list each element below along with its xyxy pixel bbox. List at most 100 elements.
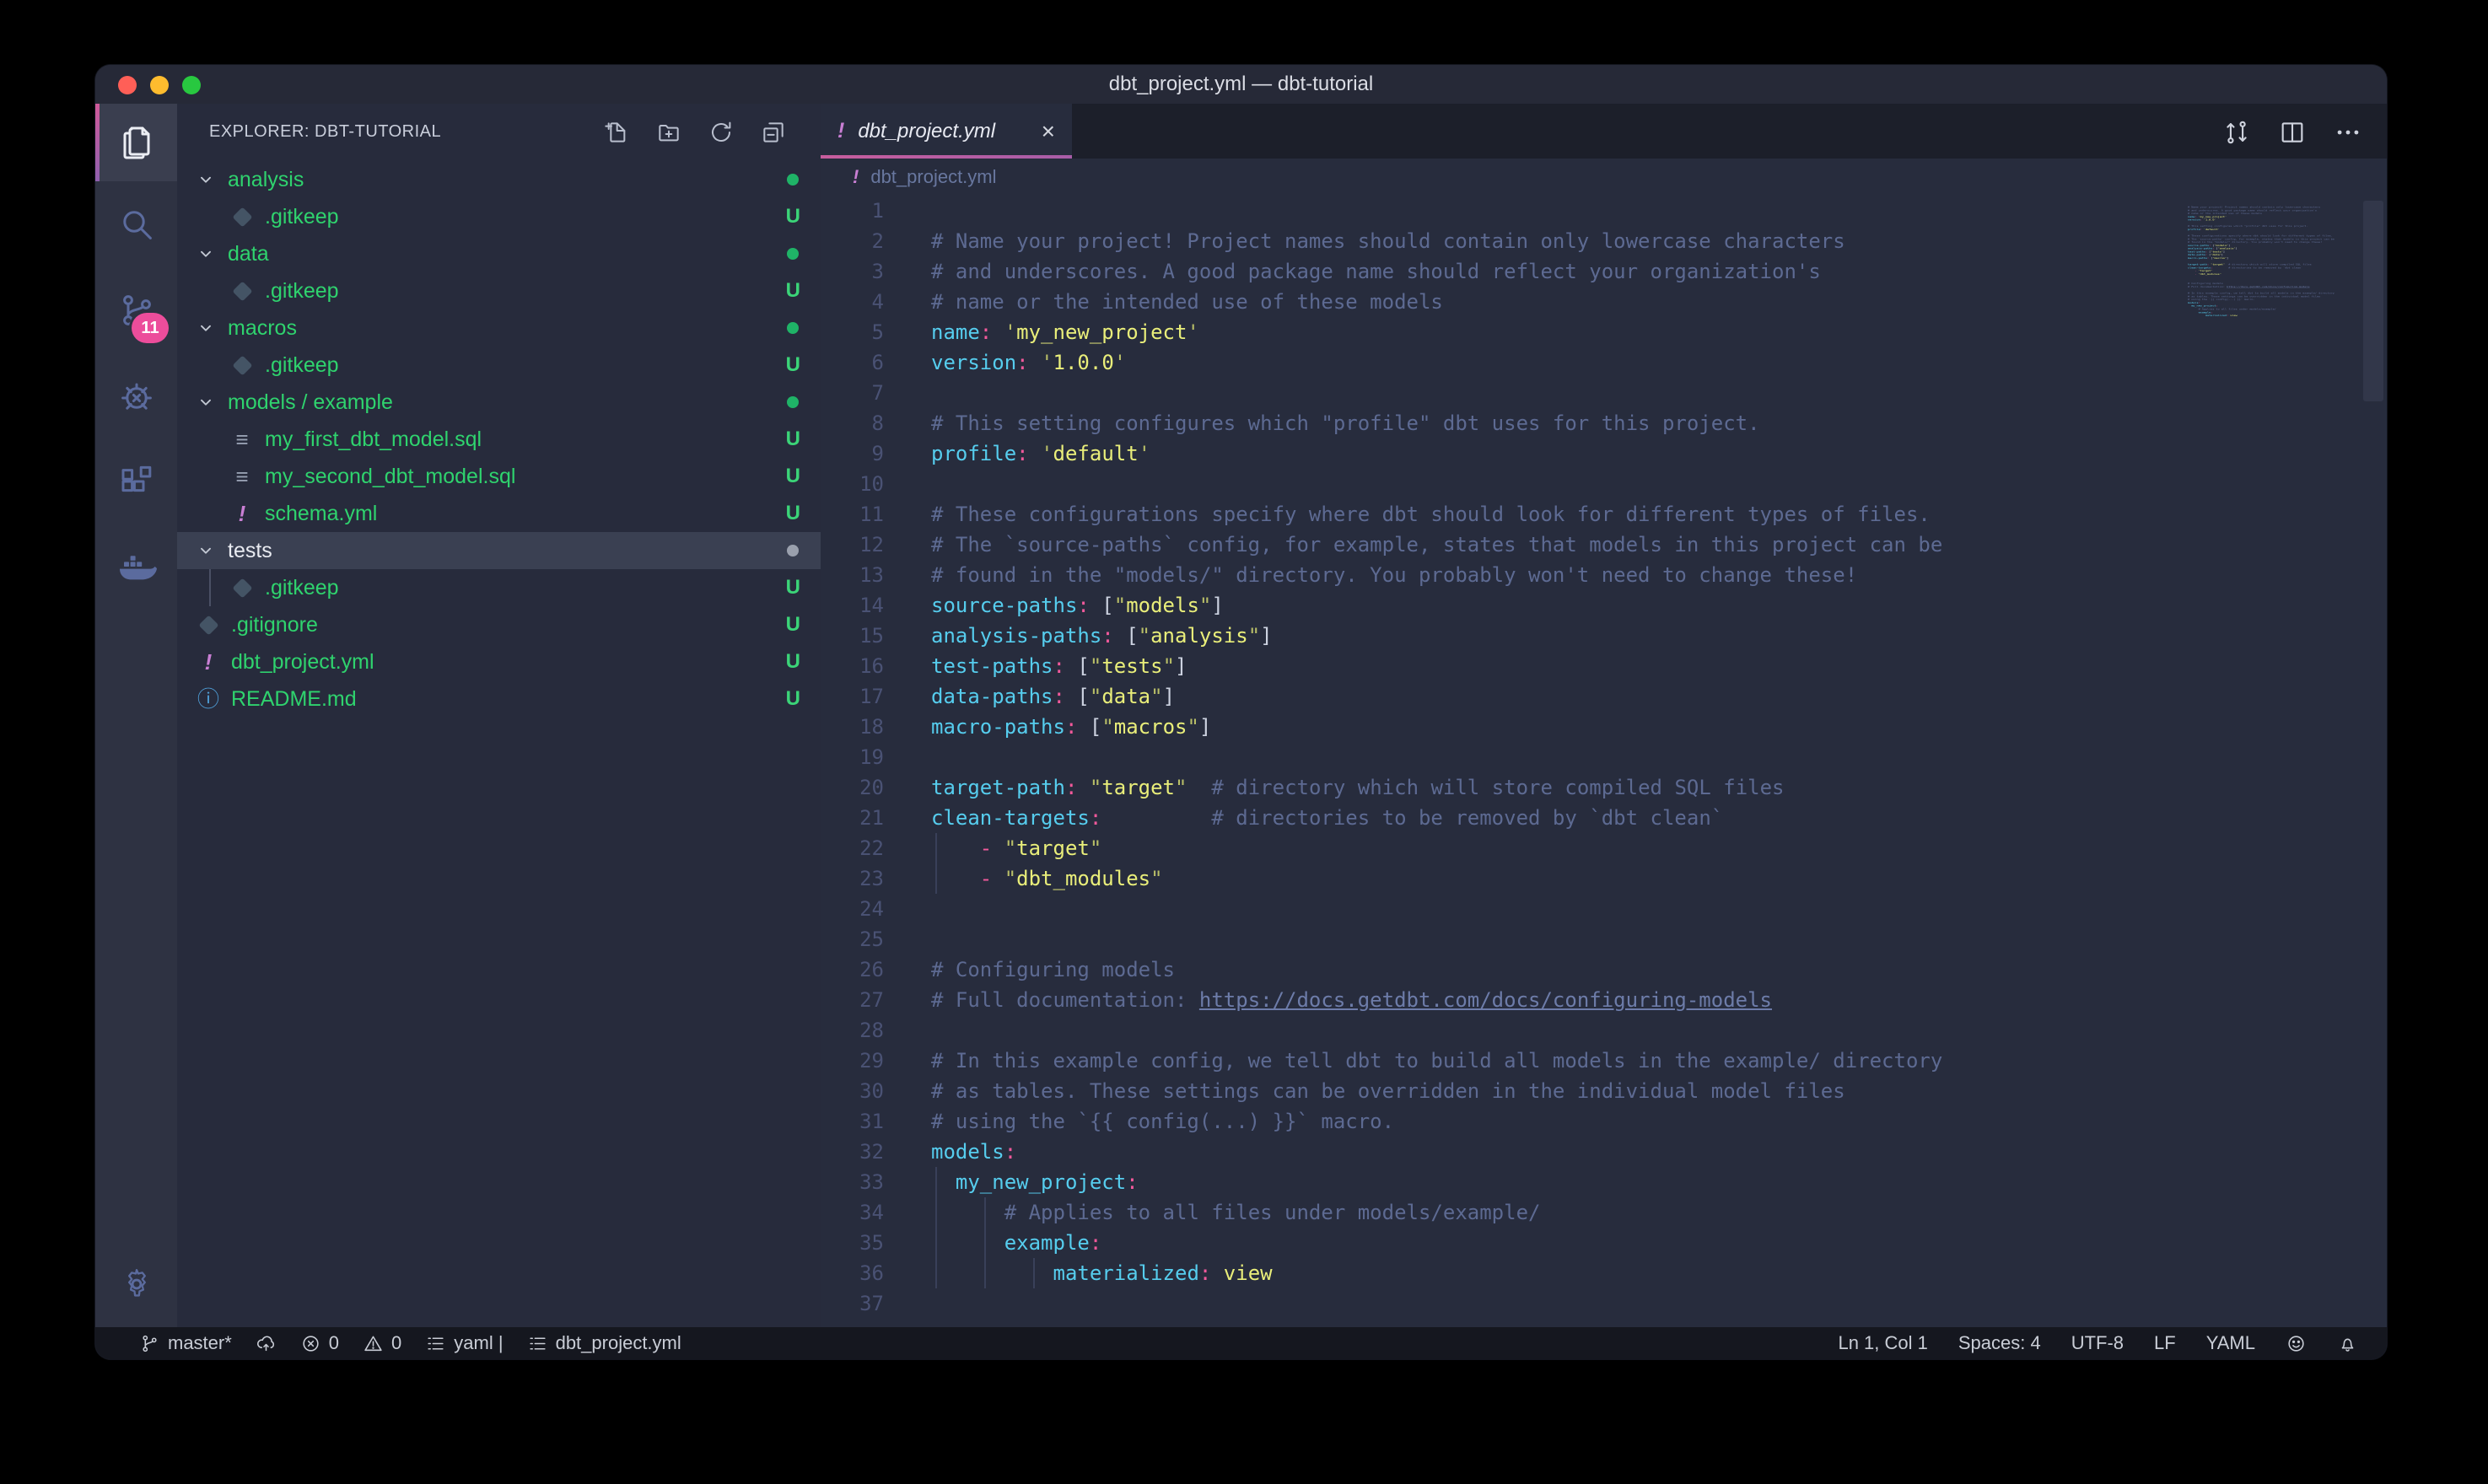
tree-item-models-example[interactable]: models / example [177, 384, 821, 421]
git-status-badge: U [786, 465, 800, 488]
code-line-11[interactable]: # These configurations specify where dbt… [931, 499, 1931, 530]
close-tab-icon[interactable]: × [1042, 120, 1055, 143]
status-outline-list[interactable]: yaml | [425, 1332, 503, 1354]
code-editor[interactable]: 1234567891011121314151617181920212223242… [821, 196, 2387, 1327]
status-label: YAML [2206, 1332, 2255, 1354]
open-changes-button[interactable] [2220, 116, 2254, 149]
git-file-icon [232, 207, 252, 227]
code-line-6[interactable]: version: '1.0.0' [931, 347, 1126, 378]
line-number: 1 [821, 196, 884, 226]
collapse-all-button[interactable] [757, 116, 790, 149]
code-line-32[interactable]: models: [931, 1137, 1016, 1167]
code-line-33[interactable]: my_new_project: [931, 1167, 1139, 1197]
git-folder-dot [787, 248, 799, 260]
tree-item-schema.yml[interactable]: !schema.ymlU [177, 495, 821, 532]
bell-icon [2337, 1333, 2358, 1354]
code-line-8[interactable]: # This setting configures which "profile… [931, 408, 1760, 438]
title-bar[interactable]: dbt_project.yml — dbt-tutorial [95, 65, 2387, 104]
status-feedback-smiley[interactable] [2286, 1333, 2307, 1354]
code-line-34[interactable]: # Applies to all files under models/exam… [931, 1197, 1540, 1228]
vscode-window: dbt_project.yml — dbt-tutorial 11 EXPLOR… [95, 65, 2387, 1359]
tree-item-tests[interactable]: tests [177, 532, 821, 569]
code-line-5[interactable]: name: 'my_new_project' [931, 317, 1199, 347]
status-utf-8[interactable]: UTF-8 [2071, 1332, 2124, 1354]
code-line-15[interactable]: analysis-paths: ["analysis"] [931, 621, 1273, 651]
line-number: 33 [821, 1167, 884, 1197]
activity-item-run-debug[interactable] [95, 353, 177, 439]
tree-item-my-first-dbt-model.sql[interactable]: ≡my_first_dbt_model.sqlU [177, 421, 821, 458]
code-line-20[interactable]: target-path: "target" # directory which … [931, 772, 1785, 803]
tree-item-macros[interactable]: macros [177, 309, 821, 347]
tree-item-my-second-dbt-model.sql[interactable]: ≡my_second_dbt_model.sqlU [177, 458, 821, 495]
line-number: 2 [821, 226, 884, 256]
activity-item-explorer[interactable] [95, 104, 177, 181]
more-actions-button[interactable] [2331, 116, 2365, 149]
settings-button[interactable] [95, 1255, 177, 1314]
code-line-12[interactable]: # The `source-paths` config, for example… [931, 530, 1942, 560]
tree-item-.gitignore[interactable]: .gitignoreU [177, 606, 821, 643]
tree-item-dbt-project.yml[interactable]: !dbt_project.ymlU [177, 643, 821, 680]
code-line-23[interactable]: - "dbt_modules" [931, 863, 1163, 894]
tree-item-data[interactable]: data [177, 235, 821, 272]
tree-item-readme.md[interactable]: ⓘREADME.mdU [177, 680, 821, 718]
tree-item-label: .gitkeep [265, 576, 339, 600]
yaml-warning-icon: ! [239, 501, 246, 527]
code-line-36[interactable]: materialized: view [931, 1258, 1273, 1288]
line-number: 32 [821, 1137, 884, 1167]
code-line-30[interactable]: # as tables. These settings can be overr… [931, 1076, 1845, 1106]
tab-dbt-project-yml[interactable]: ! dbt_project.yml × [821, 104, 1072, 159]
status-git-branch[interactable]: master* [139, 1332, 232, 1354]
tree-item-.gitkeep[interactable]: .gitkeepU [177, 198, 821, 235]
code-line-22[interactable]: - "target" [931, 833, 1101, 863]
status-error-circle[interactable]: 0 [300, 1332, 339, 1354]
tree-item-.gitkeep[interactable]: .gitkeepU [177, 569, 821, 606]
status-warning-triangle[interactable]: 0 [363, 1332, 401, 1354]
git-status-badge: U [786, 205, 800, 229]
activity-item-docker[interactable] [95, 525, 177, 611]
tree-indent-guide [209, 569, 211, 606]
code-line-17[interactable]: data-paths: ["data"] [931, 681, 1175, 712]
tree-item-.gitkeep[interactable]: .gitkeepU [177, 272, 821, 309]
code-line-27[interactable]: # Full documentation: https://docs.getdb… [931, 985, 1772, 1015]
new-folder-button[interactable] [652, 116, 686, 149]
tree-item-label: README.md [231, 687, 357, 712]
status-bell[interactable] [2337, 1333, 2358, 1354]
status-outline-list[interactable]: dbt_project.yml [527, 1332, 681, 1354]
breadcrumb-file-label[interactable]: dbt_project.yml [870, 166, 996, 188]
minimap[interactable]: # Name your project! Project names shoul… [2184, 196, 2358, 1327]
code-line-3[interactable]: # and underscores. A good package name s… [931, 256, 1821, 287]
line-number: 12 [821, 530, 884, 560]
split-editor-button[interactable] [2275, 116, 2309, 149]
status-spaces-4[interactable]: Spaces: 4 [1958, 1332, 2041, 1354]
refresh-button[interactable] [704, 116, 738, 149]
code-line-14[interactable]: source-paths: ["models"] [931, 590, 1224, 621]
status-yaml[interactable]: YAML [2206, 1332, 2255, 1354]
activity-item-source-control[interactable]: 11 [95, 267, 177, 353]
status-ln-1-col-1[interactable]: Ln 1, Col 1 [1838, 1332, 1927, 1354]
status-lf[interactable]: LF [2154, 1332, 2176, 1354]
code-line-26[interactable]: # Configuring models [931, 954, 1175, 985]
status-cloud-upload[interactable] [256, 1333, 277, 1354]
code-line-21[interactable]: clean-targets: # directories to be remov… [931, 803, 1723, 833]
code-line-35[interactable]: example: [931, 1228, 1101, 1258]
breadcrumb[interactable]: ! dbt_project.yml [821, 159, 2387, 196]
code-line-2[interactable]: # Name your project! Project names shoul… [931, 226, 1845, 256]
line-number: 31 [821, 1106, 884, 1137]
code-line-16[interactable]: test-paths: ["tests"] [931, 651, 1187, 681]
tree-item-.gitkeep[interactable]: .gitkeepU [177, 347, 821, 384]
code-line-29[interactable]: # In this example config, we tell dbt to… [931, 1046, 1942, 1076]
code-line-9[interactable]: profile: 'default' [931, 438, 1150, 469]
activity-item-search[interactable] [95, 181, 177, 267]
code-line-18[interactable]: macro-paths: ["macros"] [931, 712, 1211, 742]
line-number: 30 [821, 1076, 884, 1106]
code-line-4[interactable]: # name or the intended use of these mode… [931, 287, 1443, 317]
git-status-badge: U [786, 353, 800, 377]
line-number: 13 [821, 560, 884, 590]
git-folder-dot [787, 545, 799, 556]
new-file-button[interactable] [600, 116, 633, 149]
activity-item-extensions[interactable] [95, 439, 177, 525]
code-line-31[interactable]: # using the `{{ config(...) }}` macro. [931, 1106, 1394, 1137]
tree-item-analysis[interactable]: analysis [177, 161, 821, 198]
editor-scrollbar[interactable] [2363, 201, 2383, 401]
code-line-13[interactable]: # found in the "models/" directory. You … [931, 560, 1857, 590]
